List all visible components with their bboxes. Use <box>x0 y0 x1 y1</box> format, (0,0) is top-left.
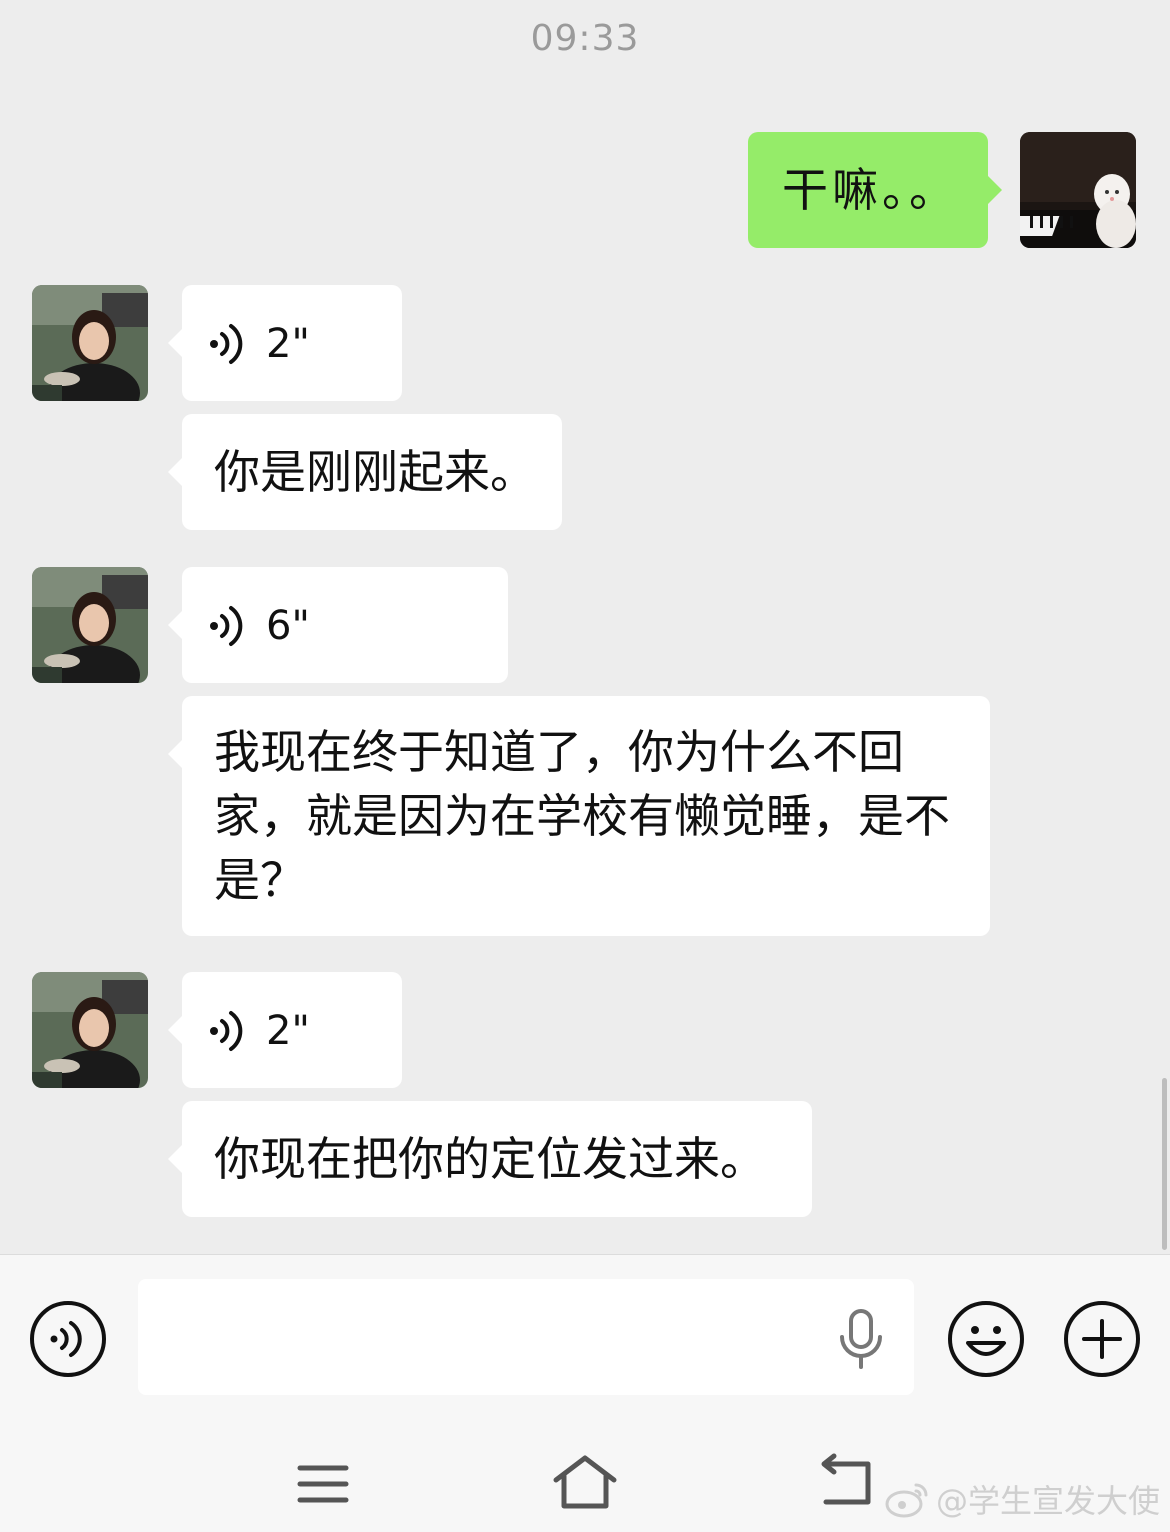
back-icon[interactable] <box>812 1452 882 1514</box>
watermark-text: @学生宣发大使 <box>935 1482 1160 1520</box>
microphone-icon[interactable] <box>836 1309 886 1371</box>
voice-duration: 2" <box>266 321 310 367</box>
contact-avatar[interactable] <box>32 567 148 683</box>
message-text: 你现在把你的定位发过来。 <box>214 1132 766 1186</box>
emoji-icon[interactable] <box>946 1299 1026 1379</box>
plus-icon[interactable] <box>1062 1299 1142 1379</box>
voice-wave-icon <box>210 1011 243 1051</box>
watermark: @学生宣发大使 <box>884 1476 1160 1522</box>
home-icon[interactable] <box>550 1452 620 1514</box>
cat-piano-avatar-image <box>1020 132 1136 248</box>
my-avatar[interactable] <box>1020 132 1136 248</box>
voice-message-bubble[interactable]: 6" <box>168 567 508 683</box>
woman-avatar-image <box>32 972 148 1088</box>
voice-wave-icon <box>210 606 243 646</box>
weibo-logo-icon <box>885 1483 928 1518</box>
message-text: 你是刚刚起来。 <box>214 445 536 499</box>
voice-message-bubble[interactable]: 2" <box>168 285 402 401</box>
voice-duration: 6" <box>266 603 310 649</box>
text-message-bubble[interactable]: 你是刚刚起来。 <box>168 414 562 530</box>
sent-message-bubble[interactable]: 干嘛。。 <box>748 132 1002 248</box>
system-nav-bar: @学生宣发大使 <box>0 1414 1170 1532</box>
woman-avatar-image <box>32 567 148 683</box>
contact-avatar[interactable] <box>32 285 148 401</box>
text-message-bubble[interactable]: 我现在终于知道了，你为什么不回家，就是因为在学校有懒觉睡，是不是？ <box>168 696 990 936</box>
chat-input-bar <box>0 1254 1170 1415</box>
voice-wave-icon <box>210 324 243 364</box>
text-message-bubble[interactable]: 你现在把你的定位发过来。 <box>168 1101 812 1217</box>
chat-timestamp: 09:33 <box>530 18 640 59</box>
voice-message-bubble[interactable]: 2" <box>168 972 402 1088</box>
woman-avatar-image <box>32 285 148 401</box>
menu-icon[interactable] <box>288 1452 358 1514</box>
message-text: 我现在终于知道了，你为什么不回家，就是因为在学校有懒觉睡，是不是？ <box>214 725 950 907</box>
message-text: 干嘛。。 <box>782 163 959 217</box>
voice-toggle-icon[interactable] <box>28 1299 108 1379</box>
scrollbar[interactable] <box>1162 1078 1167 1250</box>
message-input[interactable] <box>138 1279 914 1395</box>
voice-duration: 2" <box>266 1008 310 1054</box>
contact-avatar[interactable] <box>32 972 148 1088</box>
